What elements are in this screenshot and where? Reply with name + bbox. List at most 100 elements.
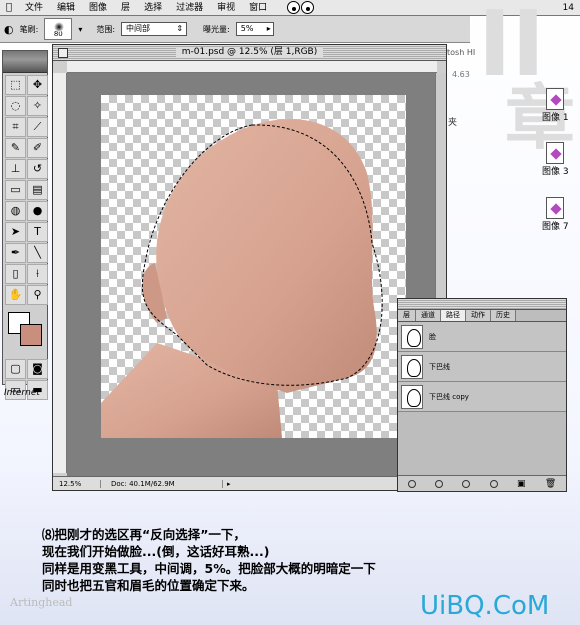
status-menu-icon[interactable]: ▸ [223,480,231,488]
color-swatches[interactable] [5,310,45,354]
path-name: 脸 [429,332,436,341]
pencil-tool-icon[interactable]: ✐ [27,138,48,158]
zoom-tool-icon[interactable]: ⚲ [27,285,48,305]
path-name: 下巴线 copy [429,392,469,401]
menu-edit[interactable]: 编辑 [50,0,82,16]
path-thumbnail [401,384,423,409]
brush-picker[interactable]: 80 [44,18,73,40]
path-select-icon[interactable]: ➤ [5,222,26,242]
path-thumbnail [401,354,423,379]
toolbox-header[interactable] [3,51,47,73]
menu-select[interactable]: 选择 [137,0,169,16]
face-artwork [101,119,383,438]
move-tool-icon[interactable]: ✥ [27,75,48,95]
panel-titlebar[interactable] [398,299,566,310]
paths-footer: ▣ 🗑 [398,475,566,491]
background-color[interactable] [20,324,42,346]
notes-tool-icon[interactable]: ▯ [5,264,26,284]
vertical-ruler [53,73,67,473]
slice-tool-icon[interactable]: ⟋ [27,117,48,137]
document-icon [546,88,565,110]
chevron-right-icon: ▸ [266,24,271,33]
hand-tool-icon[interactable]: ✋ [5,285,26,305]
brand-logo: UiBQ.CoM [420,591,550,621]
standard-mode-icon[interactable]: ▢ [5,359,26,379]
tab-actions[interactable]: 动作 [466,310,491,321]
lasso-tool-icon[interactable]: ◌ [5,96,26,116]
fill-path-icon[interactable] [407,479,416,488]
crop-tool-icon[interactable]: ⌗ [5,117,26,137]
brush-dropdown-icon[interactable]: ▾ [78,25,82,34]
exposure-label: 曝光量: [203,24,230,34]
eyedropper-icon[interactable]: ⟊ [27,264,48,284]
canvas-area[interactable] [67,73,437,476]
brush-tool-icon[interactable]: ✎ [5,138,26,158]
tutorial-caption: ⑻把刚才的选区再“反向选择”一下， 现在我们开始做脸...(倒，这话好耳熟...… [42,526,562,594]
watermark: Artinghead [10,596,73,609]
path-row[interactable]: 脸 [398,322,566,352]
document-icon [546,142,565,164]
range-value: 中间部 [126,24,151,33]
blur-tool-icon[interactable]: ◍ [5,201,26,221]
zoom-level[interactable]: 12.5% [53,479,101,488]
menu-image[interactable]: 图像 [82,0,114,16]
dodge-tool-icon[interactable]: ● [27,201,48,221]
pen-tool-icon[interactable]: ✒ [5,243,26,263]
history-brush-icon[interactable]: ↺ [27,159,48,179]
path-row[interactable]: 下巴线 [398,352,566,382]
desktop-icon-label: 图像 3 [542,167,569,177]
range-select[interactable]: 中间部 ⇕ [121,22,188,36]
path-row[interactable]: 下巴线 copy [398,382,566,412]
paths-panel: 层 通道 路径 动作 历史 脸 下巴线 下巴线 copy ▣ 🗑 [397,298,567,492]
menu-view[interactable]: 审视 [210,0,242,16]
exposure-value: 5% [240,24,254,33]
close-box-icon[interactable] [58,48,68,58]
path-name: 下巴线 [429,362,450,371]
xeyes-widget [287,1,314,14]
make-path-icon[interactable] [489,479,498,488]
desktop-fragment-1: tosh HI [447,48,476,57]
exposure-field[interactable]: 5% ▸ [235,22,274,36]
desktop-icon-image-3[interactable]: 图像 3 [542,142,569,177]
menu-filter[interactable]: 过滤器 [169,0,210,16]
toolbox: ⬚ ✥ ◌ ✧ ⌗ ⟋ ✎ ✐ ⊥ ↺ ▭ ▤ ◍ ● ➤ T ✒ ╲ ▯ ⟊ … [2,50,48,400]
document-titlebar[interactable]: m-01.psd @ 12.5% (层 1,RGB) [53,45,446,61]
dodge-tool-icon: ◐ [4,22,14,36]
new-path-icon[interactable]: ▣ [517,479,526,489]
menubar-clock: 14 [562,3,574,13]
tab-channels[interactable]: 通道 [416,310,441,321]
desktop-icon-label: 图像 7 [542,222,569,232]
desktop-icon-label: 图像 1 [542,113,569,123]
apple-menu-icon[interactable]:  [0,2,18,13]
eraser-tool-icon[interactable]: ▭ [5,180,26,200]
quickmask-mode-icon[interactable]: ◙ [27,359,48,379]
trash-icon[interactable]: 🗑 [545,479,556,489]
menu-window[interactable]: 窗口 [242,0,274,16]
desktop-icon-image-1[interactable]: 图像 1 [542,88,569,123]
face-shape [156,119,377,393]
eye-icon [287,1,300,14]
shape-tool-icon[interactable]: ╲ [27,243,48,263]
caption-line-1: ⑻把刚才的选区再“反向选择”一下， [42,527,246,542]
load-selection-icon[interactable] [462,479,471,488]
tab-history[interactable]: 历史 [491,310,516,321]
type-tool-icon[interactable]: T [27,222,48,242]
panel-tabs: 层 通道 路径 动作 历史 [398,310,566,322]
eye-icon [301,1,314,14]
path-thumbnail [401,324,423,349]
internet-label: Internet [4,388,40,398]
stroke-path-icon[interactable] [434,479,443,488]
gradient-tool-icon[interactable]: ▤ [27,180,48,200]
chevron-down-icon: ⇕ [176,24,184,33]
status-bar: 12.5% Doc: 40.1M/62.9M ▸ [53,476,446,490]
stamp-tool-icon[interactable]: ⊥ [5,159,26,179]
desktop-icon-image-7[interactable]: 图像 7 [542,197,569,232]
menu-file[interactable]: 文件 [18,0,50,16]
magic-wand-icon[interactable]: ✧ [27,96,48,116]
tab-layers[interactable]: 层 [398,310,416,321]
document-icon [546,197,565,219]
marquee-tool-icon[interactable]: ⬚ [5,75,26,95]
options-bar: ◐ 笔刷: 80 ▾ 范围: 中间部 ⇕ 曝光量: 5% ▸ [0,16,470,43]
menu-layer[interactable]: 层 [114,0,137,16]
tab-paths[interactable]: 路径 [441,310,466,321]
